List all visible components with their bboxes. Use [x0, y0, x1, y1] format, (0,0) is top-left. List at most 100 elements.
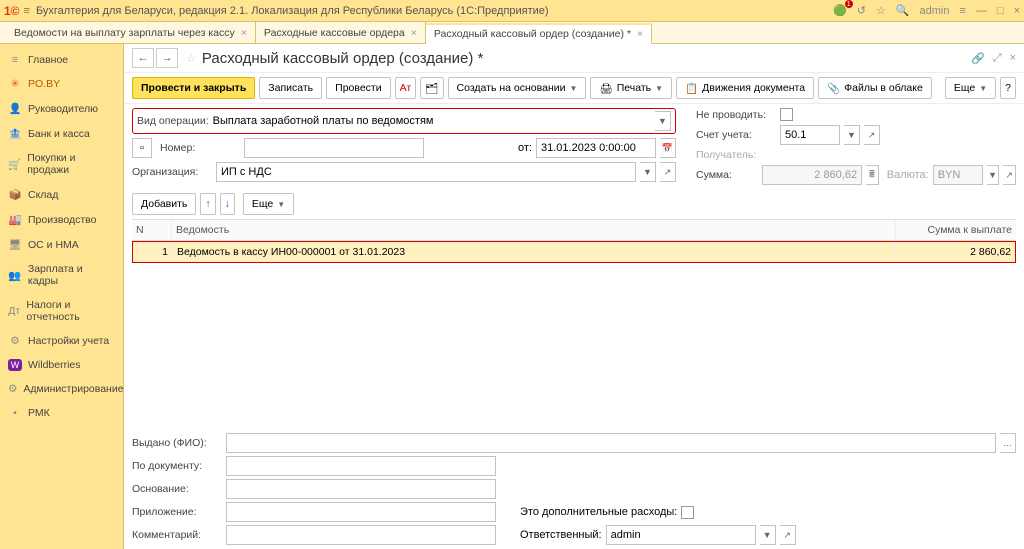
dropdown-icon[interactable]: ▼: [760, 525, 776, 545]
history-icon[interactable]: ↺: [857, 4, 866, 17]
sidebar-item-rmk[interactable]: •РМК: [0, 401, 123, 425]
fio-input[interactable]: [226, 433, 996, 453]
star-icon: ✳: [8, 78, 22, 90]
col-amount[interactable]: Сумма к выплате: [896, 220, 1016, 240]
cloud-files-button[interactable]: 📎Файлы в облаке: [818, 77, 932, 99]
calc-icon[interactable]: 🖩: [866, 165, 879, 185]
dropdown-icon[interactable]: ▼: [844, 125, 860, 145]
sidebar-item-wildberries[interactable]: WWildberries: [0, 353, 123, 377]
star-icon[interactable]: ☆: [186, 52, 196, 65]
col-number[interactable]: N: [132, 220, 172, 240]
tab-cash-orders[interactable]: Расходные кассовые ордера×: [256, 22, 426, 43]
sidebar-item-production[interactable]: 🏭Производство: [0, 207, 123, 232]
create-on-basis-button[interactable]: Создать на основании▼: [448, 77, 587, 99]
open-icon[interactable]: ↗: [780, 525, 796, 545]
dropdown-icon[interactable]: ▼: [655, 111, 671, 131]
sidebar-item-assets[interactable]: 🖥ОС и НМА: [0, 232, 123, 257]
sidebar-item-main[interactable]: ≡Главное: [0, 48, 123, 72]
navigation-sidebar: ≡Главное ✳PO.BY 👤Руководителю 🏦Банк и ка…: [0, 44, 124, 549]
move-down-button[interactable]: ↓: [220, 193, 235, 215]
col-statement[interactable]: Ведомость: [172, 220, 896, 240]
page-title: Расходный кассовый ордер (создание) *: [202, 50, 971, 67]
settings-icon[interactable]: ≡: [959, 5, 965, 17]
post-button[interactable]: Провести: [326, 77, 390, 99]
sidebar-item-admin[interactable]: ⚙Администрирование: [0, 377, 123, 401]
link-icon[interactable]: 🔗: [971, 52, 985, 65]
sidebar-item-poby[interactable]: ✳PO.BY: [0, 72, 123, 96]
attach-input[interactable]: [226, 502, 496, 522]
close-icon[interactable]: ×: [1010, 52, 1016, 65]
account-label: Счет учета:: [696, 129, 776, 141]
sidebar-item-taxes[interactable]: ДтНалоги и отчетность: [0, 293, 123, 329]
move-up-button[interactable]: ↑: [200, 193, 215, 215]
recipient-label: Получатель:: [696, 149, 776, 161]
attach-label: Приложение:: [132, 506, 222, 518]
more-button[interactable]: Еще▼: [945, 77, 996, 99]
movements-button[interactable]: 📋Движения документа: [676, 77, 814, 99]
print-button[interactable]: 🖨Печать▼: [590, 77, 672, 99]
dropdown-icon[interactable]: ▼: [640, 162, 656, 182]
close-icon[interactable]: ×: [1014, 5, 1020, 17]
resp-input[interactable]: admin: [606, 525, 756, 545]
org-label: Организация:: [132, 166, 212, 178]
more-button[interactable]: Еще▼: [243, 193, 294, 215]
cart-icon: 🛒: [8, 158, 21, 171]
sidebar-item-bank[interactable]: 🏦Банк и касса: [0, 121, 123, 146]
from-label: от:: [518, 142, 532, 154]
extra-checkbox[interactable]: [681, 506, 694, 519]
favorite-icon[interactable]: ☆: [876, 4, 886, 17]
extra-label: Это дополнительные расходы:: [520, 506, 677, 518]
tab-payroll-statements[interactable]: Ведомости на выплату зарплаты через касс…: [6, 22, 256, 43]
add-row-button[interactable]: Добавить: [132, 193, 196, 215]
open-icon[interactable]: ↗: [660, 162, 676, 182]
back-button[interactable]: ←: [132, 48, 154, 68]
menu-burger-icon[interactable]: ≡: [24, 5, 30, 17]
sum-value: 2 860,62: [762, 165, 862, 185]
help-button[interactable]: ?: [1000, 77, 1016, 99]
currency-label: Валюта:: [887, 169, 929, 181]
minimize-icon[interactable]: —: [976, 5, 987, 17]
close-icon[interactable]: ×: [411, 27, 417, 39]
basis-label: Основание:: [132, 483, 222, 495]
expand-icon[interactable]: ⤢: [993, 52, 1002, 65]
submit-close-button[interactable]: Провести и закрыть: [132, 77, 255, 99]
sidebar-item-stock[interactable]: 📦Склад: [0, 182, 123, 207]
date-input[interactable]: 31.01.2023 0:00:00: [536, 138, 656, 158]
comment-input[interactable]: [226, 525, 496, 545]
account-input[interactable]: 50.1: [780, 125, 840, 145]
gear-icon: ⚙: [8, 383, 17, 395]
operation-type-select[interactable]: Выплата заработной платы по ведомостям: [213, 115, 651, 127]
forward-button[interactable]: →: [156, 48, 178, 68]
basis-input[interactable]: [226, 479, 496, 499]
save-button[interactable]: Записать: [259, 77, 322, 99]
posted-status-icon: ▫: [132, 138, 152, 158]
number-input[interactable]: [244, 138, 424, 158]
nopost-label: Не проводить:: [696, 109, 776, 121]
sidebar-item-sales[interactable]: 🛒Покупки и продажи: [0, 146, 123, 182]
dt-kt-icon[interactable]: Ат: [395, 77, 417, 99]
list-icon: ≡: [8, 54, 22, 66]
table-row[interactable]: 1 Ведомость в кассу ИН00-000001 от 31.01…: [132, 241, 1016, 263]
search-icon[interactable]: 🔍: [896, 4, 910, 17]
operation-type-label: Вид операции:: [137, 115, 209, 127]
fio-label: Выдано (ФИО):: [132, 437, 222, 449]
sidebar-item-manager[interactable]: 👤Руководителю: [0, 96, 123, 121]
close-icon[interactable]: ×: [637, 28, 643, 40]
open-icon[interactable]: ↗: [864, 125, 880, 145]
open-icon[interactable]: ↗: [1003, 165, 1016, 185]
structure-icon[interactable]: 🗂: [420, 77, 443, 99]
org-input[interactable]: ИП с НДС: [216, 162, 636, 182]
bydoc-input[interactable]: [226, 456, 496, 476]
close-icon[interactable]: ×: [241, 27, 247, 39]
nopost-checkbox[interactable]: [780, 108, 793, 121]
sidebar-item-payroll[interactable]: 👥Зарплата и кадры: [0, 257, 123, 293]
dropdown-icon[interactable]: ▼: [987, 165, 1000, 185]
calendar-icon[interactable]: 📅: [660, 138, 676, 158]
select-icon[interactable]: …: [1000, 433, 1016, 453]
notification-icon[interactable]: 🟢1: [833, 4, 847, 17]
user-name[interactable]: admin: [920, 5, 950, 17]
tab-cash-order-create[interactable]: Расходный кассовый ордер (создание) *×: [426, 23, 652, 44]
sidebar-item-settings[interactable]: ⚙Настройки учета: [0, 329, 123, 353]
bydoc-label: По документу:: [132, 460, 222, 472]
maximize-icon[interactable]: □: [997, 5, 1004, 17]
